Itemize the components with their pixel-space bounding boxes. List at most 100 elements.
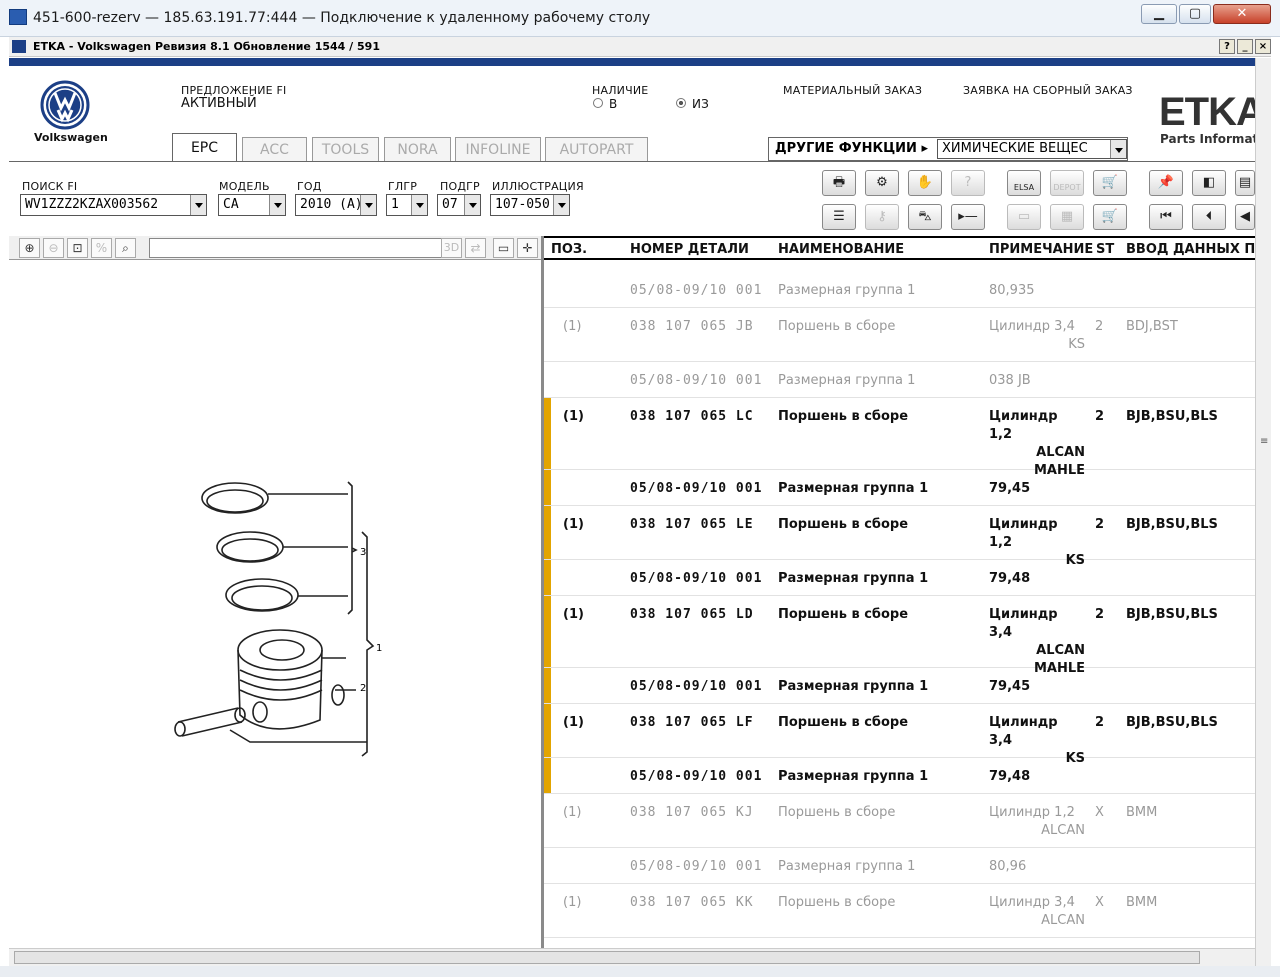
horizontal-scroll-thumb[interactable]	[14, 951, 1200, 964]
stack-icon[interactable]: ▦	[1050, 204, 1084, 230]
col-note[interactable]: ПРИМЕЧАНИЕ	[989, 242, 1093, 257]
tab-nora[interactable]: NORA	[384, 137, 451, 161]
vehicle-icon[interactable]: ⛍	[908, 204, 942, 230]
maximize-button[interactable]: ▢	[1179, 4, 1211, 24]
table-row[interactable]: 05/08-09/10 001 Размерная группа 1 80,96	[544, 848, 1255, 884]
row-highlight-marker	[544, 758, 551, 793]
availability-label: НАЛИЧИЕ	[592, 84, 649, 97]
tab-tools[interactable]: TOOLS	[312, 137, 379, 161]
illustration-select[interactable]: 107-050	[490, 194, 570, 216]
main-group-select[interactable]: 1	[386, 194, 428, 216]
tab-epc[interactable]: EPC	[172, 133, 237, 162]
cart-icon[interactable]: 🛒	[1093, 204, 1127, 230]
table-row[interactable]: (1) 038 107 065 LE Поршень в сборе Цилиндр …	[544, 506, 1255, 568]
first-page-icon[interactable]: ⏮	[1149, 204, 1183, 230]
zoom-in-icon[interactable]: ⊕	[19, 238, 40, 258]
collect-order-link[interactable]: ЗАЯВКА НА СБОРНЫЙ ЗАКАЗ	[963, 84, 1133, 97]
table-row[interactable]: 05/08-09/10 001 Размерная группа 1 79,45	[544, 470, 1255, 506]
table-row[interactable]: 05/08-09/10 001 Размерная группа 1 80,935	[544, 272, 1255, 308]
radio-iz-label: ИЗ	[692, 97, 710, 111]
list-icon[interactable]: ☰	[822, 204, 856, 230]
model-select[interactable]: CA	[218, 194, 286, 216]
cell-note-line: 79,45	[989, 481, 1031, 496]
app-minimize-button[interactable]: _	[1237, 39, 1253, 54]
back-page-icon[interactable]: ◧	[1192, 170, 1226, 196]
material-order-link[interactable]: МАТЕРИАЛЬНЫЙ ЗАКАЗ	[783, 84, 922, 97]
depot-button[interactable]: DEPOT	[1050, 170, 1084, 196]
callout-3[interactable]: 3	[360, 547, 366, 558]
year-select[interactable]: 2010 (A)	[295, 194, 377, 216]
cell-data-input: BMM	[1126, 895, 1158, 910]
tab-autopart[interactable]: AUTOPART	[545, 137, 648, 161]
close-button[interactable]: ✕	[1213, 4, 1271, 24]
vertical-scrollbar[interactable]: ≡	[1255, 58, 1271, 968]
cell-name: Размерная группа 1	[778, 283, 916, 298]
other-functions-label[interactable]: ДРУГИЕ ФУНКЦИИ ▸	[775, 141, 928, 156]
col-data-input[interactable]: ВВОД ДАННЫХ ПО I	[1126, 242, 1255, 257]
cart-upload-icon[interactable]: 🛒	[1093, 170, 1127, 196]
col-part-number[interactable]: НОМЕР ДЕТАЛИ	[630, 242, 749, 257]
remote-desktop-icon	[9, 9, 27, 25]
3d-button[interactable]: 3D	[441, 238, 462, 258]
handshake-icon[interactable]: ✋	[908, 170, 942, 196]
callout-1[interactable]: 1	[376, 643, 382, 654]
zoom-out-icon[interactable]: ⊖	[43, 238, 64, 258]
table-row[interactable]: 05/08-09/10 001 Размерная группа 1 79,48	[544, 758, 1255, 794]
prev-icon[interactable]: ◀	[1235, 204, 1255, 230]
cell-pos: (1)	[563, 607, 584, 622]
pin-icon[interactable]: 📌	[1149, 170, 1183, 196]
elsa-button[interactable]: ELSA	[1007, 170, 1041, 196]
table-row[interactable]: (1) 038 107 065 KJ Поршень в сборе Цилиндр …	[544, 794, 1255, 848]
illustration-search-input[interactable]	[149, 238, 448, 258]
cell-note-line: 79,45	[989, 679, 1031, 694]
print-icon[interactable]: 🖶	[822, 170, 856, 196]
radio-v[interactable]	[593, 98, 603, 108]
search-fi-input[interactable]: WV1ZZZ2KZAX003562	[20, 194, 207, 216]
illustration-value: 107-050	[495, 197, 550, 212]
sub-group-select[interactable]: 07	[437, 194, 481, 216]
parts-lookup-icon[interactable]: ⚙	[865, 170, 899, 196]
document-icon[interactable]: ▤	[1235, 170, 1255, 196]
table-row[interactable]: (1) 038 107 065 LD Поршень в сборе Цилиндр …	[544, 596, 1255, 676]
table-row[interactable]: (1) 038 107 065 LC Поршень в сборе Цилиндр …	[544, 398, 1255, 478]
radio-iz[interactable]	[676, 98, 686, 108]
table-row[interactable]: 05/08-09/10 001 Размерная группа 1 79,45	[544, 668, 1255, 704]
rotate-icon[interactable]: ⇄	[465, 238, 486, 258]
callout-2[interactable]: 2	[360, 683, 366, 694]
prev-page-icon[interactable]: ⏴	[1192, 204, 1226, 230]
tab-acc[interactable]: ACC	[242, 137, 307, 161]
main-group-label: ГЛГР	[388, 180, 418, 193]
col-name[interactable]: НАИМЕНОВАНИЕ	[778, 242, 904, 257]
table-row[interactable]: (1) 038 107 065 LF Поршень в сборе Цилиндр …	[544, 704, 1255, 766]
table-row[interactable]: 05/08-09/10 001 Размерная группа 1 79,48	[544, 560, 1255, 596]
play-step-icon[interactable]: ▸—	[951, 204, 985, 230]
zoom-fit-icon[interactable]: ⊡	[67, 238, 88, 258]
cell-note-line: ALCAN	[1036, 445, 1085, 460]
cell-name: Поршень в сборе	[778, 895, 896, 910]
key-icon[interactable]: ⚷	[865, 204, 899, 230]
cell-name: Поршень в сборе	[778, 319, 896, 334]
table-row[interactable]: 05/08-09/10 001 Размерная группа 1 038 JB	[544, 362, 1255, 398]
question-icon[interactable]: ?	[951, 170, 985, 196]
chemicals-dropdown[interactable]: ХИМИЧЕСКИЕ ВЕЩЕС	[937, 139, 1127, 159]
cell-note-line: 80,935	[989, 283, 1035, 298]
computer-icon[interactable]: ▭	[1007, 204, 1041, 230]
cell-pos: (1)	[563, 715, 584, 730]
col-st[interactable]: ST	[1096, 242, 1114, 257]
cell-st: 2	[1095, 409, 1105, 424]
table-row[interactable]: (1) 038 107 065 JB Поршень в сборе Цилиндр …	[544, 308, 1255, 362]
cell-note-line: Цилиндр 3,4	[989, 715, 1058, 748]
col-pos[interactable]: ПОЗ.	[551, 242, 587, 257]
help-button[interactable]: ?	[1219, 39, 1235, 54]
zoom-percent-icon[interactable]: %	[91, 238, 112, 258]
cell-data-input: BJB,BSU,BLS	[1126, 607, 1218, 622]
parts-illustration[interactable]: 3 1 2	[170, 470, 400, 770]
split-view-icon[interactable]: ▭	[493, 238, 514, 258]
search-icon[interactable]: ⌕	[115, 238, 136, 258]
app-close-button[interactable]: ×	[1255, 39, 1271, 54]
other-functions-box: ДРУГИЕ ФУНКЦИИ ▸ ХИМИЧЕСКИЕ ВЕЩЕС	[768, 137, 1128, 161]
crosshair-icon[interactable]: ✛	[517, 238, 538, 258]
tab-infoline[interactable]: INFOLINE	[455, 137, 541, 161]
table-row[interactable]: (1) 038 107 065 KK Поршень в сборе Цилиндр …	[544, 884, 1255, 938]
minimize-button[interactable]: ▁	[1141, 4, 1177, 24]
